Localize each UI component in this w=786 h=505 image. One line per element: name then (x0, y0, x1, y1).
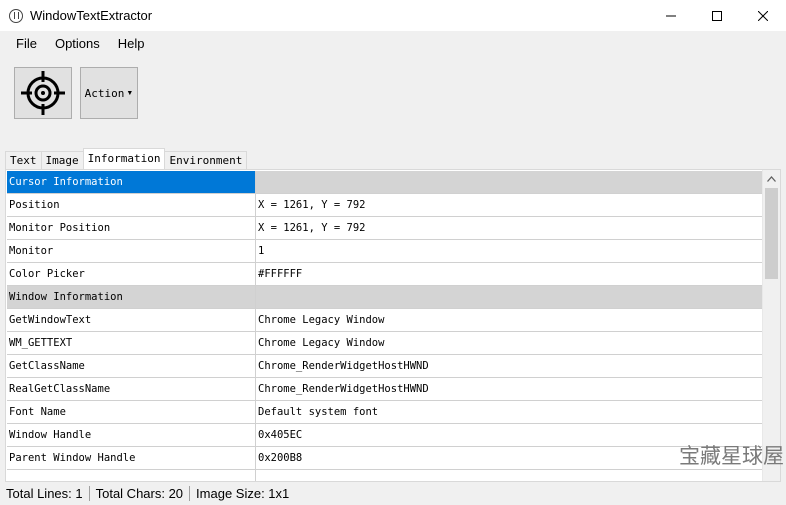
property-value (256, 470, 763, 481)
property-name (7, 470, 256, 481)
section-header-row[interactable]: Cursor Information (7, 171, 763, 194)
property-value (256, 171, 763, 193)
property-name: Color Picker (7, 263, 256, 285)
minimize-icon (666, 15, 676, 16)
menu-help[interactable]: Help (109, 31, 154, 56)
property-row[interactable]: RealGetClassName Chrome_RenderWidgetHostH… (7, 378, 763, 401)
target-picker-button[interactable] (14, 67, 72, 119)
menu-options[interactable]: Options (46, 31, 109, 56)
app-icon (9, 8, 23, 23)
property-name: Window Information (7, 286, 256, 308)
scroll-up-button[interactable] (763, 170, 780, 187)
watermark: 宝藏星球屋 (679, 444, 784, 468)
tab-image[interactable]: Image (40, 151, 84, 169)
property-row[interactable]: GetClassName Chrome_RenderWidgetHostHWND (7, 355, 763, 378)
property-value: Chrome_RenderWidgetHostHWND (258, 360, 429, 372)
property-value: X = 1261, Y = 792 (258, 222, 366, 234)
status-bar: Total Lines: 1 Total Chars: 20 Image Siz… (0, 482, 786, 505)
status-total-lines: Total Lines: 1 (6, 486, 83, 501)
property-row[interactable]: GetWindowText Chrome Legacy Window (7, 309, 763, 332)
property-name: Cursor Information (7, 171, 256, 193)
action-dropdown-button[interactable]: Action ▼ (80, 67, 138, 119)
tab-text[interactable]: Text (5, 151, 42, 169)
chevron-down-icon: ▼ (126, 89, 134, 97)
close-button[interactable] (740, 0, 786, 31)
property-row[interactable]: Window Handle 0x405EC (7, 424, 763, 447)
status-image-size: Image Size: 1x1 (196, 486, 290, 501)
window-controls (648, 0, 786, 31)
property-name: Window Handle (7, 424, 256, 446)
tab-strip: Text Image Information Environment (5, 148, 248, 169)
toolbar: Action ▼ (0, 56, 786, 148)
property-name: Monitor (7, 240, 256, 262)
action-label: Action (84, 86, 125, 100)
property-name: Monitor Position (7, 217, 256, 239)
maximize-icon (712, 10, 722, 21)
tab-environment[interactable]: Environment (164, 151, 248, 169)
property-name: GetClassName (7, 355, 256, 377)
information-panel: Cursor Information Position X = 1261, Y = … (5, 169, 781, 482)
property-value: Chrome Legacy Window (258, 314, 385, 326)
property-row[interactable]: Monitor Position X = 1261, Y = 792 (7, 217, 763, 240)
property-row[interactable]: Monitor 1 (7, 240, 763, 263)
property-grid: Cursor Information Position X = 1261, Y = … (7, 171, 763, 481)
property-row[interactable]: Parent Window Handle 0x200B8 (7, 447, 763, 470)
property-row[interactable]: WM_GETTEXT Chrome Legacy Window (7, 332, 763, 355)
property-value (256, 286, 763, 308)
minimize-button[interactable] (648, 0, 694, 31)
property-value: Chrome Legacy Window (258, 337, 385, 349)
tab-information[interactable]: Information (82, 148, 166, 169)
scroll-thumb[interactable] (765, 188, 778, 279)
property-value: #FFFFFF (258, 268, 303, 280)
menu-bar: File Options Help (0, 31, 786, 56)
property-name: RealGetClassName (7, 378, 256, 400)
menu-file[interactable]: File (7, 31, 46, 56)
property-name: Position (7, 194, 256, 216)
crosshair-icon (21, 71, 65, 115)
close-icon (758, 10, 768, 21)
section-header-row[interactable]: Window Information (7, 286, 763, 309)
property-value: X = 1261, Y = 792 (258, 199, 366, 211)
window-title: WindowTextExtractor (30, 8, 153, 23)
property-row[interactable] (7, 470, 763, 481)
property-name: Parent Window Handle (7, 447, 256, 469)
vertical-scrollbar[interactable] (762, 170, 780, 481)
chevron-up-icon (767, 175, 776, 182)
property-name: Font Name (7, 401, 256, 423)
property-value: Default system font (258, 406, 379, 418)
property-name: GetWindowText (7, 309, 256, 331)
property-row[interactable]: Position X = 1261, Y = 792 (7, 194, 763, 217)
property-name: WM_GETTEXT (7, 332, 256, 354)
status-total-chars: Total Chars: 20 (95, 486, 184, 501)
property-row[interactable]: Font Name Default system font (7, 401, 763, 424)
property-value: Chrome_RenderWidgetHostHWND (258, 383, 429, 395)
property-row[interactable]: Color Picker #FFFFFF (7, 263, 763, 286)
property-value: 1 (258, 245, 265, 257)
title-bar: WindowTextExtractor (0, 0, 786, 31)
maximize-button[interactable] (694, 0, 740, 31)
